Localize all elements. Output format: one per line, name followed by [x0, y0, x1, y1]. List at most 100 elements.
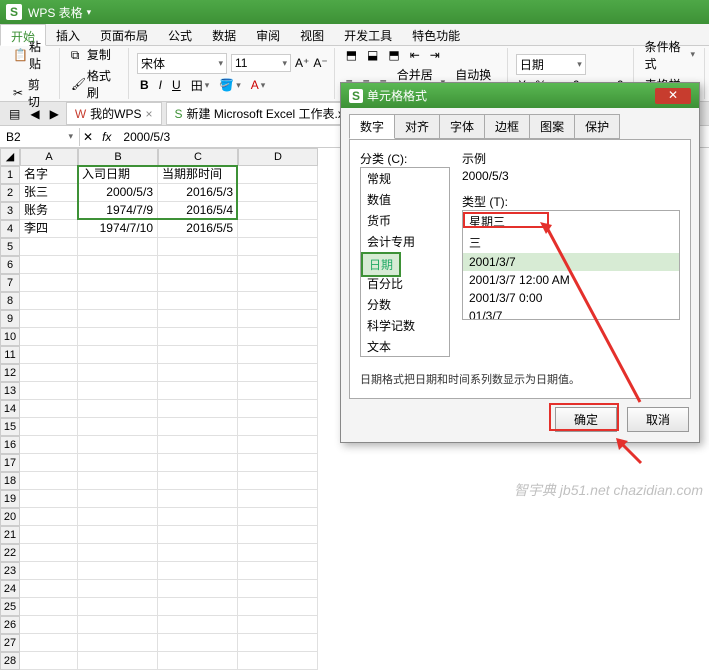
- cell[interactable]: [158, 508, 238, 526]
- cell[interactable]: [238, 310, 318, 328]
- cell[interactable]: [238, 256, 318, 274]
- dlg-tab-align[interactable]: 对齐: [394, 114, 440, 139]
- type-item[interactable]: 01/3/7: [463, 307, 679, 320]
- cell[interactable]: [20, 472, 78, 490]
- cell[interactable]: [78, 310, 158, 328]
- cell[interactable]: [78, 400, 158, 418]
- dlg-tab-number[interactable]: 数字: [349, 114, 395, 139]
- cell[interactable]: [78, 436, 158, 454]
- cell[interactable]: 2016/5/4: [158, 202, 238, 220]
- cell[interactable]: [238, 472, 318, 490]
- cell[interactable]: [238, 364, 318, 382]
- ok-button[interactable]: 确定: [555, 407, 617, 432]
- cell[interactable]: [78, 256, 158, 274]
- dialog-close-button[interactable]: ✕: [655, 88, 691, 104]
- row-header[interactable]: 12: [0, 364, 20, 382]
- cell[interactable]: 2016/5/3: [158, 184, 238, 202]
- row-header[interactable]: 17: [0, 454, 20, 472]
- cell[interactable]: [20, 616, 78, 634]
- cell[interactable]: [158, 256, 238, 274]
- category-item[interactable]: 常规: [361, 168, 449, 189]
- cell[interactable]: [238, 490, 318, 508]
- number-format-combo[interactable]: 日期▾: [516, 54, 586, 75]
- cell[interactable]: [158, 616, 238, 634]
- cell[interactable]: 入司日期: [78, 166, 158, 184]
- cell[interactable]: [78, 418, 158, 436]
- type-item[interactable]: 2001/3/7 0:00: [463, 289, 679, 307]
- cell[interactable]: [20, 364, 78, 382]
- col-header[interactable]: D: [238, 148, 318, 166]
- row-header[interactable]: 19: [0, 490, 20, 508]
- underline-button[interactable]: U: [169, 77, 184, 93]
- doctab-mywps[interactable]: W我的WPS×: [66, 102, 162, 125]
- cell[interactable]: 名字: [20, 166, 78, 184]
- cell[interactable]: 2016/5/5: [158, 220, 238, 238]
- cell[interactable]: 1974/7/10: [78, 220, 158, 238]
- cell[interactable]: [20, 598, 78, 616]
- row-header[interactable]: 16: [0, 436, 20, 454]
- category-item[interactable]: 文本: [361, 336, 449, 357]
- cell[interactable]: [78, 526, 158, 544]
- cell[interactable]: [78, 346, 158, 364]
- cell[interactable]: [238, 580, 318, 598]
- tab-dev[interactable]: 开发工具: [334, 24, 402, 45]
- cell[interactable]: [20, 454, 78, 472]
- cell[interactable]: [78, 634, 158, 652]
- cell[interactable]: [78, 328, 158, 346]
- row-header[interactable]: 27: [0, 634, 20, 652]
- row-header[interactable]: 26: [0, 616, 20, 634]
- cell[interactable]: [238, 598, 318, 616]
- cell[interactable]: [238, 616, 318, 634]
- close-icon[interactable]: ×: [145, 107, 152, 121]
- cell[interactable]: [238, 382, 318, 400]
- tab-review[interactable]: 审阅: [246, 24, 290, 45]
- col-header[interactable]: C: [158, 148, 238, 166]
- tab-special[interactable]: 特色功能: [402, 24, 470, 45]
- cell[interactable]: [238, 436, 318, 454]
- type-list[interactable]: 星期三三2001/3/72001/3/7 12:00 AM2001/3/7 0:…: [462, 210, 680, 320]
- cell[interactable]: 当期那时间: [158, 166, 238, 184]
- cell[interactable]: [20, 652, 78, 670]
- paste-button[interactable]: 📋粘贴: [10, 37, 53, 73]
- col-header[interactable]: B: [78, 148, 158, 166]
- cell[interactable]: [78, 544, 158, 562]
- cell[interactable]: [158, 364, 238, 382]
- row-header[interactable]: 28: [0, 652, 20, 670]
- fx-icon[interactable]: fx: [96, 130, 117, 144]
- cell[interactable]: [238, 508, 318, 526]
- cell[interactable]: [238, 400, 318, 418]
- nav-fwd-icon[interactable]: ▶: [47, 106, 62, 122]
- cell[interactable]: [158, 526, 238, 544]
- cell[interactable]: [238, 418, 318, 436]
- size-combo[interactable]: 11▾: [231, 54, 291, 72]
- align-mid-icon[interactable]: ⬓: [364, 47, 381, 63]
- cell[interactable]: [78, 382, 158, 400]
- row-header[interactable]: 13: [0, 382, 20, 400]
- cell[interactable]: [20, 274, 78, 292]
- cell[interactable]: [238, 454, 318, 472]
- type-item[interactable]: 三: [463, 232, 679, 253]
- cell[interactable]: [238, 652, 318, 670]
- category-item[interactable]: 分数: [361, 294, 449, 315]
- cell[interactable]: [20, 328, 78, 346]
- row-header[interactable]: 8: [0, 292, 20, 310]
- cell[interactable]: [20, 238, 78, 256]
- cell[interactable]: [238, 562, 318, 580]
- row-header[interactable]: 3: [0, 202, 20, 220]
- cell[interactable]: [78, 580, 158, 598]
- indent-inc-icon[interactable]: ⇥: [427, 47, 443, 63]
- col-header[interactable]: A: [20, 148, 78, 166]
- cell[interactable]: [78, 508, 158, 526]
- indent-dec-icon[interactable]: ⇤: [407, 47, 423, 63]
- cell[interactable]: [238, 202, 318, 220]
- cell[interactable]: [20, 634, 78, 652]
- align-bot-icon[interactable]: ⬒: [385, 47, 402, 63]
- cell[interactable]: [78, 454, 158, 472]
- cell[interactable]: [238, 526, 318, 544]
- cell[interactable]: [158, 400, 238, 418]
- cell[interactable]: [238, 544, 318, 562]
- row-header[interactable]: 1: [0, 166, 20, 184]
- type-item[interactable]: 2001/3/7: [463, 253, 679, 271]
- cell[interactable]: [238, 346, 318, 364]
- cell[interactable]: [78, 364, 158, 382]
